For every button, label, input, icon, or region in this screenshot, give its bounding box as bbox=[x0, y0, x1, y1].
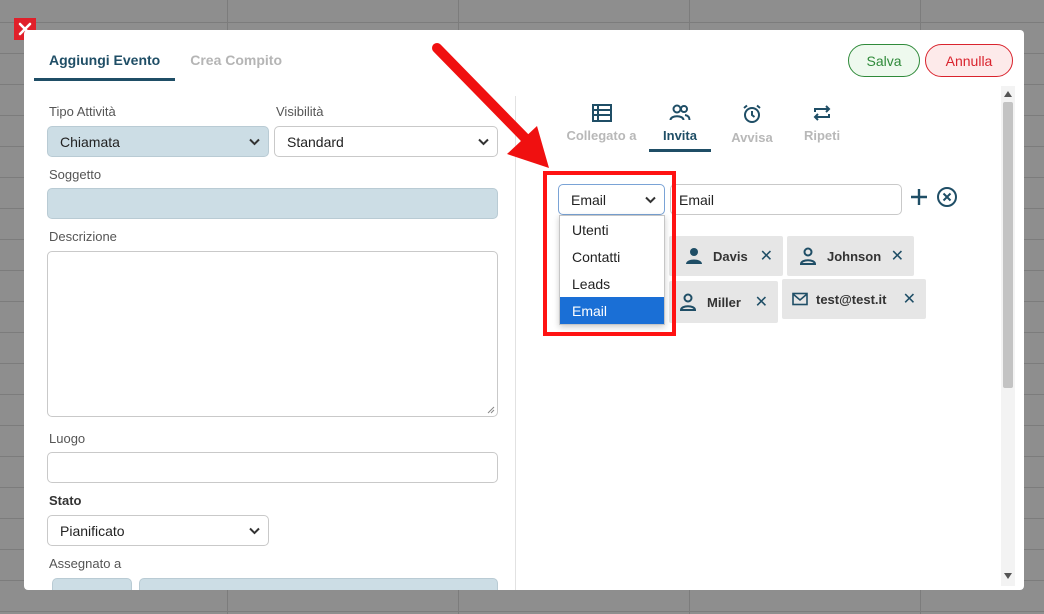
arrow-annotation-icon bbox=[432, 43, 549, 168]
alarm-icon bbox=[743, 104, 761, 123]
person-filled-icon bbox=[686, 248, 702, 264]
scrollbar-thumb[interactable] bbox=[1003, 102, 1013, 388]
tab-ripeti[interactable]: Ripeti bbox=[788, 104, 856, 152]
tab-avvisa[interactable]: Avvisa bbox=[716, 104, 788, 152]
right-panel-tabs: Collegato a Invita Avvisa Ripeti bbox=[559, 104, 856, 152]
tab-ripeti-label: Ripeti bbox=[803, 128, 841, 143]
stato-value: Pianificato bbox=[60, 522, 125, 539]
chip-label: Davis bbox=[713, 248, 748, 264]
luogo-label: Luogo bbox=[49, 431, 86, 446]
soggetto-input[interactable] bbox=[47, 188, 498, 219]
descrizione-label: Descrizione bbox=[49, 229, 117, 244]
tab-avvisa-label: Avvisa bbox=[731, 130, 773, 145]
cancel-button[interactable]: Annulla bbox=[925, 44, 1013, 77]
invite-email-value: Email bbox=[679, 191, 715, 208]
person-outline-icon bbox=[679, 293, 697, 311]
stato-select[interactable]: Pianificato bbox=[47, 515, 269, 546]
assegnato-input[interactable] bbox=[139, 578, 498, 590]
tab-crea-compito[interactable]: Crea Compito bbox=[175, 50, 297, 81]
highlight-box bbox=[543, 171, 676, 336]
invitee-chip-miller: Miller ✕ bbox=[669, 281, 778, 323]
invitee-chip-davis: Davis ✕ bbox=[669, 236, 783, 276]
tab-collegato-a-label: Collegato a bbox=[566, 128, 637, 143]
repeat-icon bbox=[813, 105, 831, 121]
tab-invita-label: Invita bbox=[649, 128, 711, 152]
chip-label: Miller bbox=[707, 294, 741, 310]
remove-icon[interactable]: ✕ bbox=[891, 246, 904, 266]
soggetto-label: Soggetto bbox=[49, 167, 102, 182]
visibilita-value: Standard bbox=[287, 133, 344, 150]
tab-collegato-a[interactable]: Collegato a bbox=[559, 104, 644, 152]
invitee-chip-email: test@test.it ✕ bbox=[782, 279, 926, 319]
invite-email-input[interactable]: Email bbox=[670, 184, 902, 215]
remove-icon[interactable]: ✕ bbox=[903, 289, 916, 309]
chip-label: Johnson bbox=[827, 248, 882, 264]
tipo-attivita-value: Chiamata bbox=[60, 133, 120, 150]
scroll-up-icon[interactable] bbox=[1004, 91, 1012, 97]
list-icon bbox=[591, 104, 612, 122]
person-outline-icon bbox=[799, 247, 817, 265]
luogo-input[interactable] bbox=[47, 452, 498, 483]
tipo-attivita-select[interactable]: Chiamata bbox=[47, 126, 269, 157]
modal-tabs: Aggiungi Evento Crea Compito bbox=[34, 50, 297, 81]
visibilita-label: Visibilità bbox=[276, 104, 324, 119]
mail-icon bbox=[792, 292, 808, 306]
save-button[interactable]: Salva bbox=[848, 44, 920, 77]
chip-label: test@test.it bbox=[816, 291, 887, 307]
chevron-down-icon bbox=[249, 527, 260, 534]
add-icon[interactable] bbox=[909, 187, 929, 207]
invitee-chip-johnson: Johnson ✕ bbox=[787, 236, 914, 276]
resize-grip-icon[interactable] bbox=[487, 406, 495, 414]
tipo-attivita-label: Tipo Attività bbox=[49, 104, 116, 119]
chevron-down-icon bbox=[249, 138, 260, 145]
people-icon bbox=[669, 104, 691, 121]
assegnato-label: Assegnato a bbox=[49, 556, 122, 571]
clear-circle-icon[interactable] bbox=[936, 186, 958, 208]
remove-icon[interactable]: ✕ bbox=[760, 246, 773, 266]
stato-label: Stato bbox=[49, 493, 82, 508]
tab-aggiungi-evento[interactable]: Aggiungi Evento bbox=[34, 50, 176, 81]
scroll-down-icon[interactable] bbox=[1004, 573, 1012, 579]
assegnato-type-select[interactable] bbox=[52, 578, 132, 590]
descrizione-textarea[interactable] bbox=[47, 251, 498, 417]
remove-icon[interactable]: ✕ bbox=[755, 292, 768, 312]
tab-invita[interactable]: Invita bbox=[644, 104, 716, 152]
